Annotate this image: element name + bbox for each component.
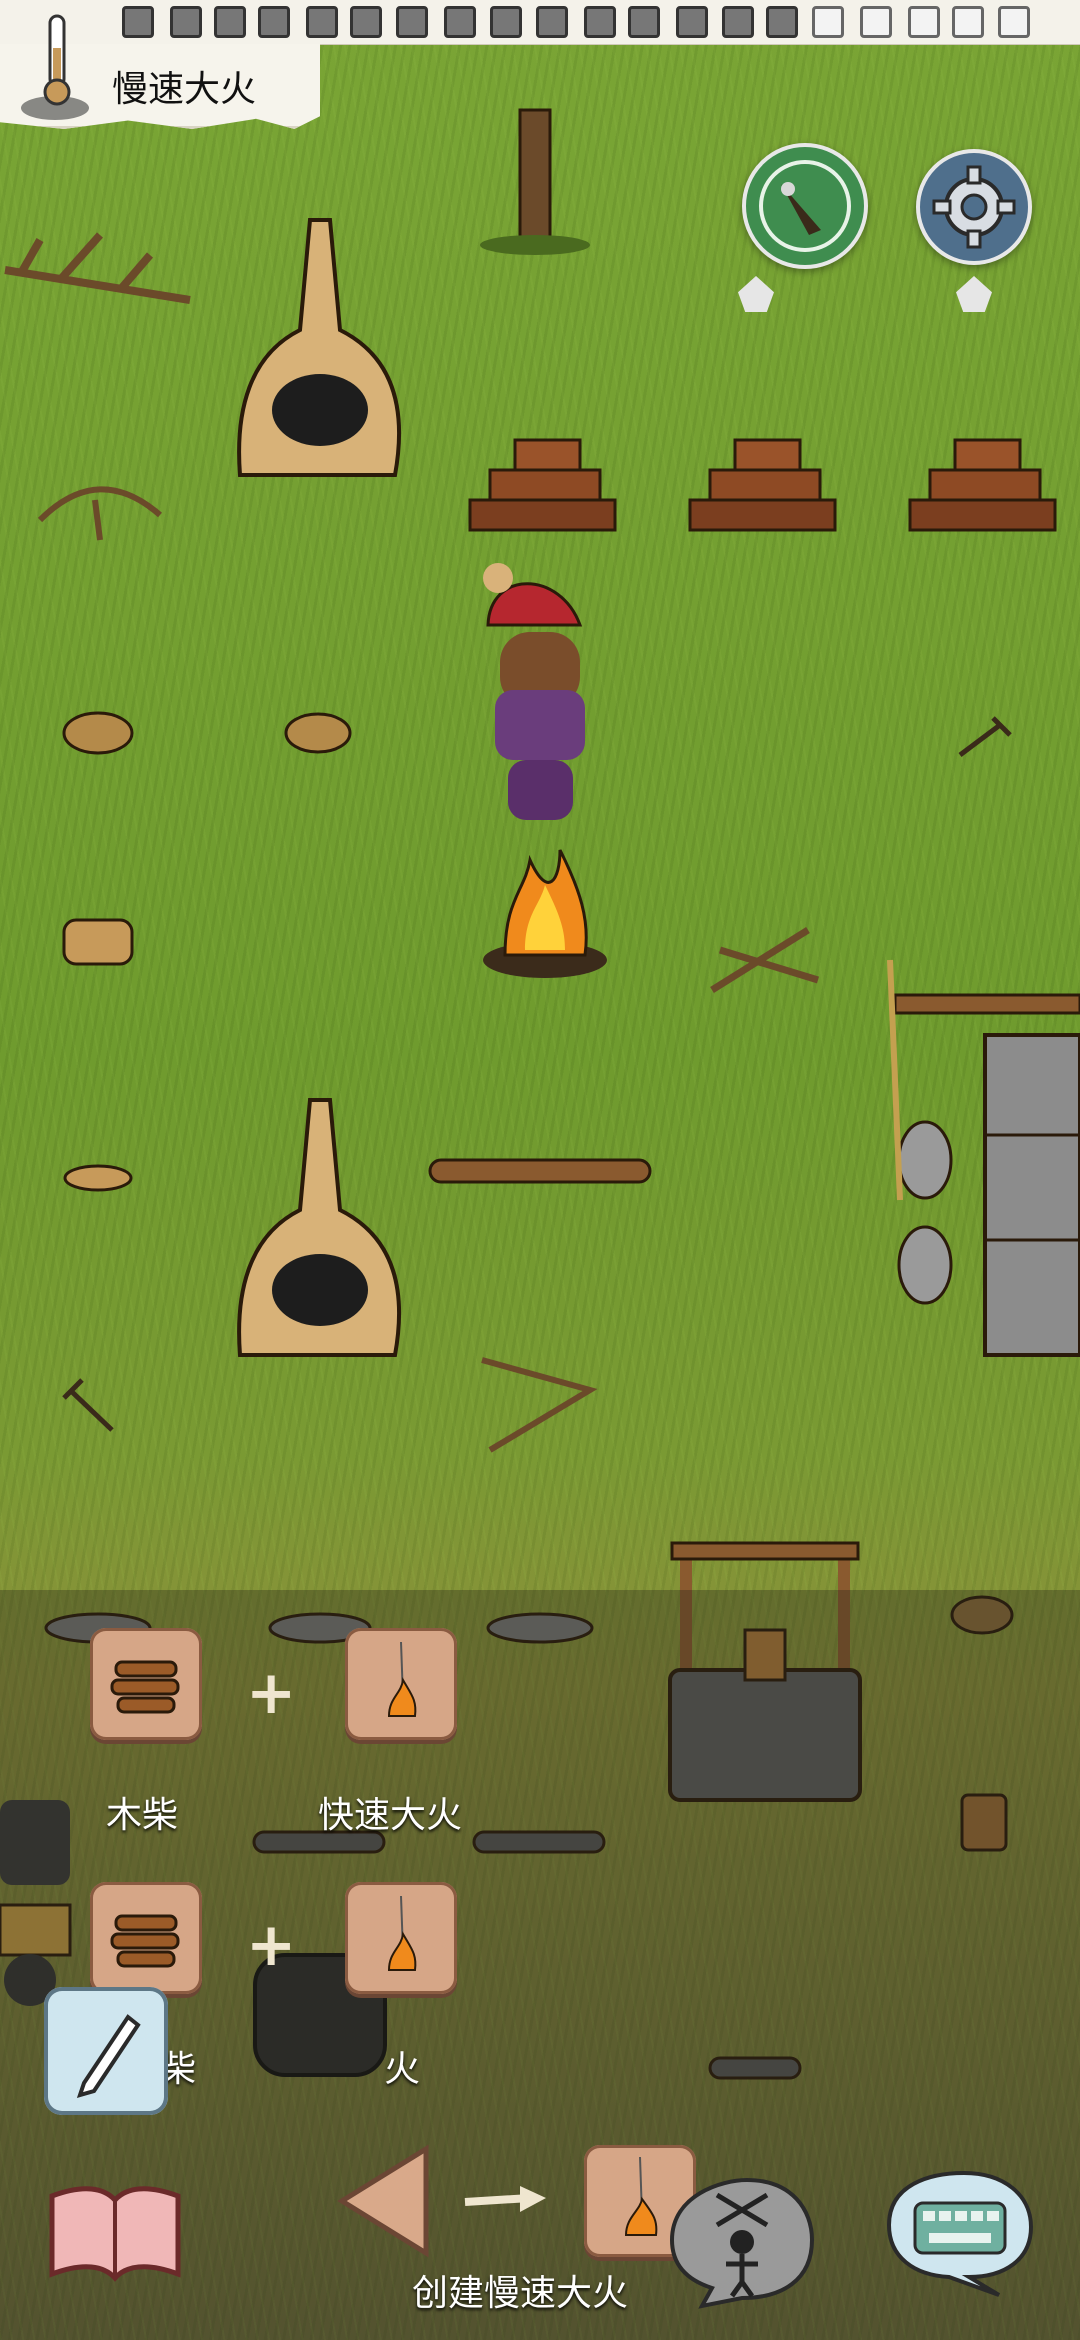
player-character[interactable]	[483, 563, 585, 820]
plus-sign: +	[246, 1910, 297, 1980]
tree-trunk[interactable]	[480, 108, 590, 255]
checklist-box	[490, 6, 522, 38]
hammer[interactable]	[958, 716, 1012, 757]
compass-button[interactable]	[742, 143, 868, 269]
checklist-box	[998, 6, 1030, 38]
hot-coals-campfire[interactable]	[483, 849, 607, 978]
keyboard-chat-button[interactable]	[879, 2165, 1039, 2300]
top-checklist-strip	[0, 0, 1080, 45]
basket-1[interactable]	[62, 711, 134, 755]
tech-tree-book-button[interactable]	[44, 2178, 186, 2286]
recipe-ingredient-b-tile[interactable]	[345, 1882, 457, 1994]
checklist-box	[766, 6, 798, 38]
checklist-box	[952, 6, 984, 38]
kiln-bottom[interactable]	[237, 1098, 401, 1357]
plus-sign: +	[246, 1658, 297, 1728]
plate[interactable]	[63, 1164, 133, 1192]
adobe-brick-pile-3[interactable]	[908, 438, 1057, 532]
checklist-box	[306, 6, 338, 38]
firewood-icon	[110, 1660, 180, 1714]
checklist-box	[628, 6, 660, 38]
checklist-box	[214, 6, 246, 38]
bow-saw[interactable]	[481, 1357, 598, 1453]
checklist-box	[396, 6, 428, 38]
long-log[interactable]	[428, 1158, 652, 1184]
action-title: 慢速大火	[112, 69, 257, 110]
dead-branch[interactable]	[4, 232, 191, 304]
recipe-ingredient-a-tile[interactable]	[90, 1882, 202, 1994]
recipe-ingredient-a-tile[interactable]	[90, 1628, 202, 1740]
edit-button[interactable]	[44, 1987, 168, 2115]
fast-fire-icon	[387, 1895, 417, 1971]
checklist-box	[536, 6, 568, 38]
hatchet[interactable]	[62, 1378, 114, 1432]
recipe-result-label: 创建慢速大火	[412, 2273, 629, 2314]
kiln-top[interactable]	[237, 218, 401, 477]
checklist-box	[584, 6, 616, 38]
settings-button[interactable]	[916, 149, 1032, 265]
plate-stack[interactable]	[62, 918, 134, 966]
recipe-ingredient-b-tile[interactable]	[345, 1628, 457, 1740]
adobe-brick-pile-1[interactable]	[468, 438, 617, 532]
checklist-box	[444, 6, 476, 38]
checklist-box	[170, 6, 202, 38]
pencil-icon	[76, 2014, 141, 2098]
checklist-box	[722, 6, 754, 38]
checklist-box	[908, 6, 940, 38]
basket-2[interactable]	[284, 712, 352, 754]
fast-fire-icon	[387, 1641, 417, 1717]
checklist-box	[676, 6, 708, 38]
checklist-box	[350, 6, 382, 38]
previous-recipe-button[interactable]	[336, 2143, 431, 2259]
ingredient-b-label: 火	[384, 2049, 421, 2090]
checklist-box	[860, 6, 892, 38]
fire-bow-drill[interactable]	[37, 486, 162, 541]
checklist-box	[122, 6, 154, 38]
ingredient-b-label: 快速大火	[318, 1795, 463, 1836]
adobe-brick-pile-2[interactable]	[688, 438, 837, 532]
checklist-box	[812, 6, 844, 38]
thermometer-icon	[21, 14, 89, 120]
puppet-button[interactable]	[662, 2170, 822, 2310]
gear-icon	[932, 165, 1016, 249]
firewood-icon	[110, 1914, 180, 1968]
ingredient-a-label: 木柴	[106, 1795, 179, 1836]
crossed-sticks[interactable]	[710, 927, 820, 993]
arrow-right-icon	[464, 2186, 546, 2212]
compass-icon	[759, 160, 851, 252]
checklist-box	[258, 6, 290, 38]
